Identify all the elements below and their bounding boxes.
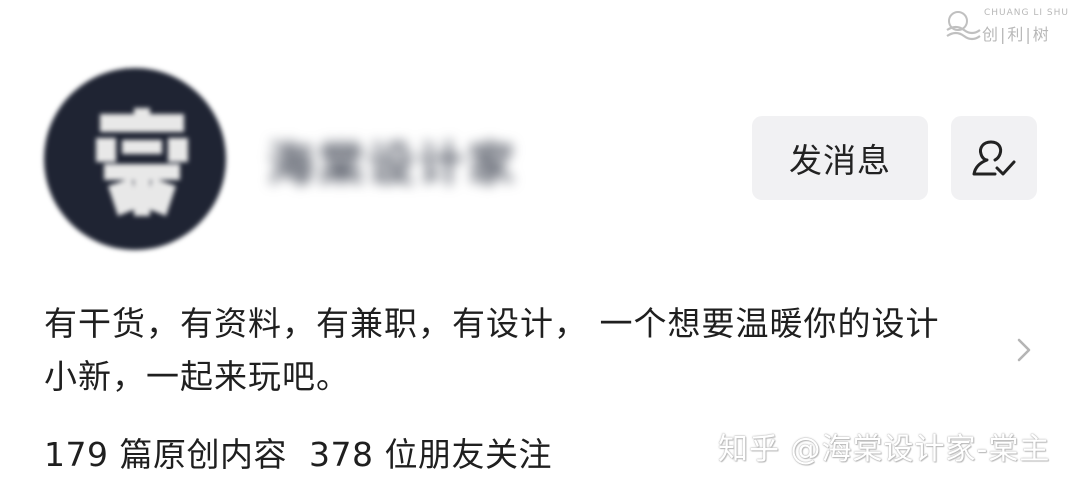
user-name: 海棠设计家: [268, 137, 518, 191]
bio-line-2: 小新，一起来玩吧。: [44, 357, 350, 396]
followers-count: 378 位朋友关注: [308, 435, 552, 474]
wave-logo-icon: [946, 11, 981, 41]
chevron-right-icon[interactable]: [1012, 336, 1036, 364]
profile-header: CHUANG LI SHU 创|利|树 海棠设计家 发消息 有干货，有资料，有兼…: [0, 0, 1080, 489]
user-check-icon: [972, 140, 1016, 176]
avatar[interactable]: [44, 68, 226, 250]
profile-bio[interactable]: 有干货，有资料，有兼职，有设计， 一个想要温暖你的设计 小新，一起来玩吧。: [44, 297, 1004, 403]
zhihu-watermark: 知乎 @海棠设计家-棠主: [718, 432, 1051, 467]
watermark-logo: CHUANG LI SHU 创|利|树: [944, 6, 1074, 44]
send-message-button[interactable]: 发消息: [752, 116, 928, 200]
bio-line-1: 有干货，有资料，有兼职，有设计， 一个想要温暖你的设计: [44, 304, 940, 343]
follow-button[interactable]: [951, 116, 1037, 200]
home-glyph-icon: [96, 108, 188, 216]
watermark-small-text: CHUANG LI SHU: [984, 8, 1069, 18]
articles-count: 179 篇原创内容: [44, 435, 287, 474]
watermark-big-text: 创|利|树: [982, 25, 1051, 44]
profile-stats: 179 篇原创内容 378 位朋友关注: [44, 428, 552, 476]
